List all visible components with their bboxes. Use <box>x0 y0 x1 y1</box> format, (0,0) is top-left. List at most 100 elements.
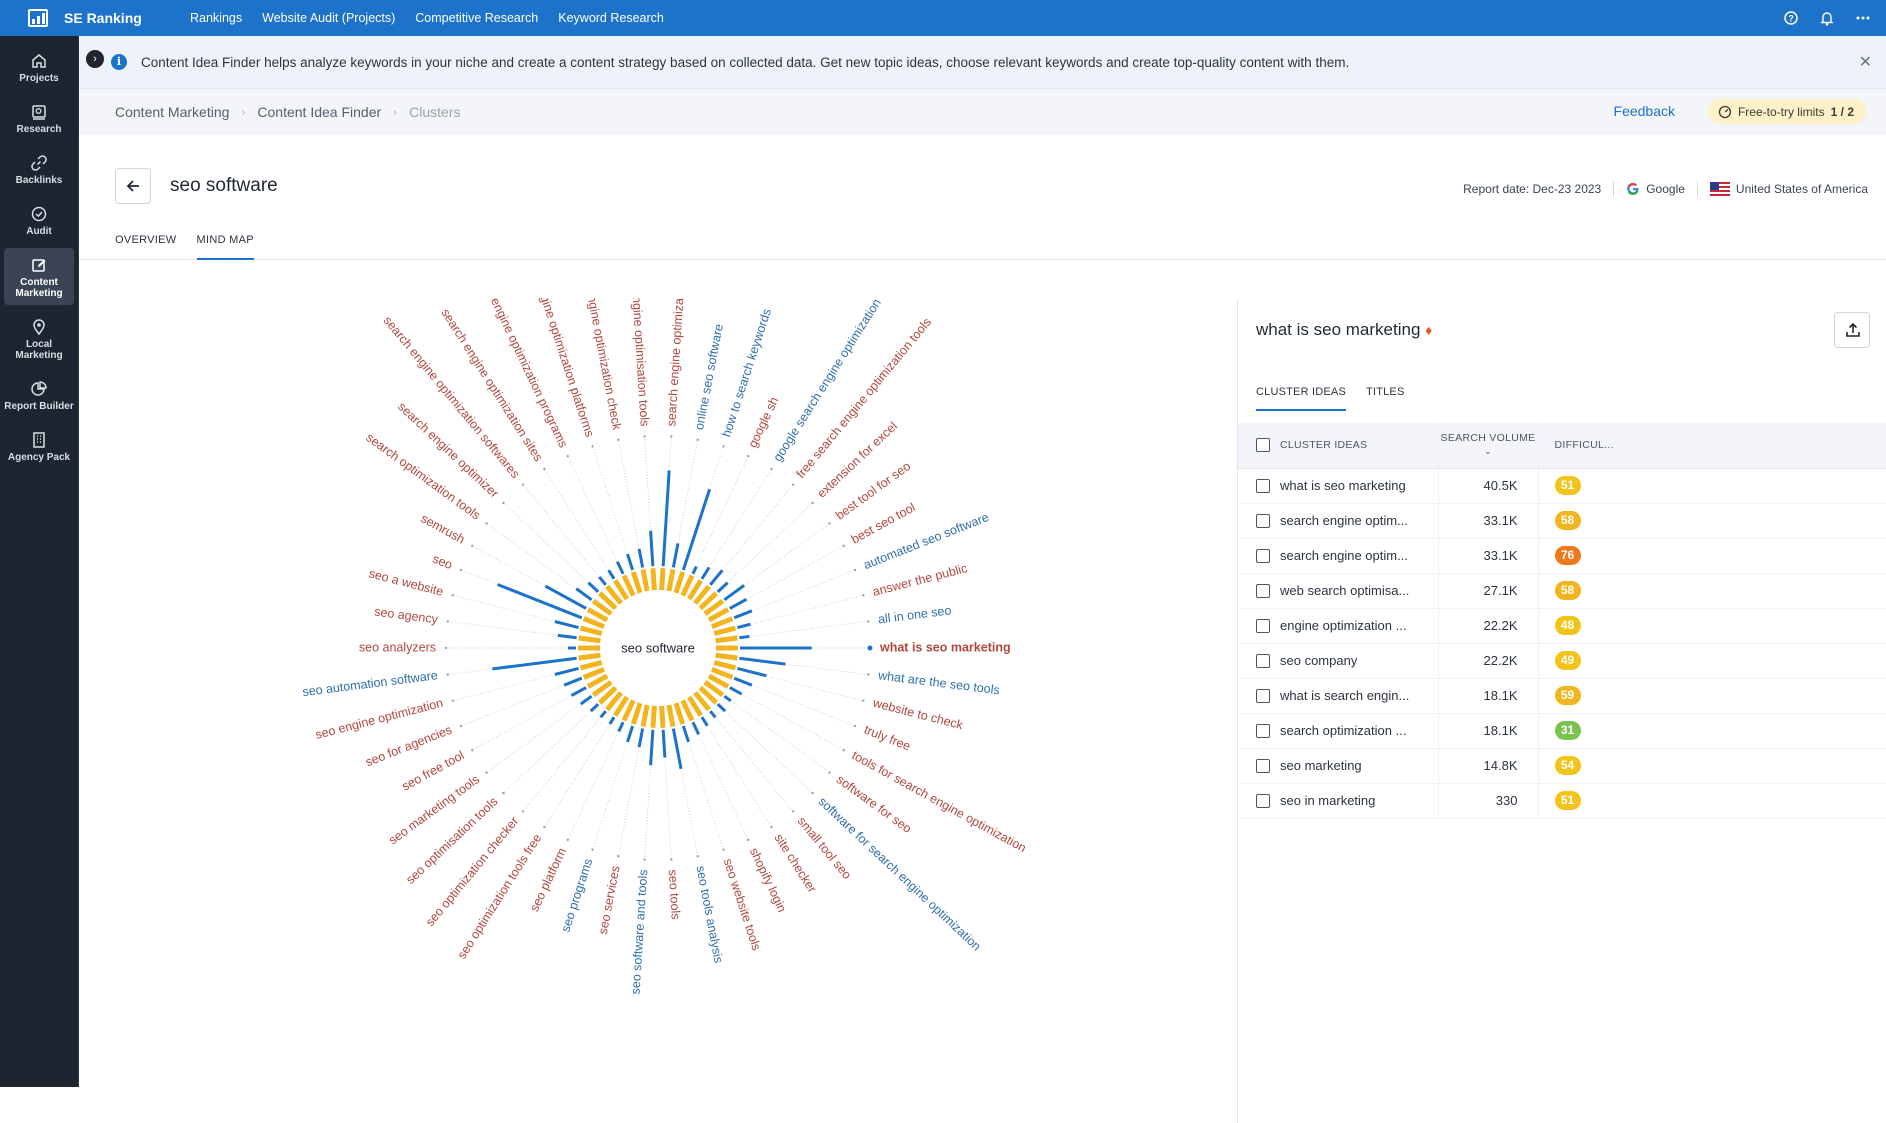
connector-line <box>503 502 586 581</box>
keyword-label[interactable]: seo software and tools <box>629 869 651 995</box>
tab-titles[interactable]: TITLES <box>1366 386 1405 411</box>
keyword-dot <box>543 467 546 471</box>
sidebar-item-backlinks[interactable]: Backlinks <box>4 146 74 192</box>
select-all-checkbox[interactable] <box>1256 438 1270 453</box>
col-difficulty[interactable]: DIFFICUL... <box>1538 423 1886 469</box>
col-cluster-ideas[interactable]: CLUSTER IDEAS <box>1238 423 1438 469</box>
keyword-label[interactable]: seo analyzers <box>359 640 436 654</box>
difficulty-badge: 58 <box>1554 581 1581 600</box>
tab-overview[interactable]: OVERVIEW <box>115 216 177 260</box>
nav-keyword-research[interactable]: Keyword Research <box>558 11 664 25</box>
table-row[interactable]: what is search engin... 18.1K 59 <box>1238 678 1886 714</box>
table-row[interactable]: engine optimization ... 22.2K 48 <box>1238 608 1886 644</box>
sidebar-item-research[interactable]: Research <box>4 95 74 141</box>
panel-tabs: CLUSTER IDEAS TITLES <box>1256 386 1405 411</box>
connector-line <box>710 446 724 486</box>
connector-line <box>471 697 569 751</box>
volume-bar <box>709 710 717 719</box>
keyword-dot <box>591 848 594 851</box>
mind-map: what is seo marketing what are the seo to… <box>79 298 1237 1123</box>
table-row[interactable]: search engine optim... 33.1K 58 <box>1238 503 1886 539</box>
row-checkbox[interactable] <box>1256 479 1270 494</box>
nav-rankings[interactable]: Rankings <box>190 11 242 25</box>
feedback-link[interactable]: Feedback <box>1614 103 1675 119</box>
keyword-label[interactable]: seo tools <box>666 869 683 920</box>
table-row[interactable]: seo company 22.2K 49 <box>1238 643 1886 679</box>
tab-mind-map[interactable]: MIND MAP <box>196 216 254 260</box>
keyword-dot <box>502 501 505 505</box>
back-button[interactable] <box>115 168 151 204</box>
table-row[interactable]: seo marketing 14.8K 54 <box>1238 748 1886 784</box>
connector-line <box>543 727 609 828</box>
keyword-label[interactable]: seo a website <box>367 566 445 599</box>
sidebar-item-audit[interactable]: Audit <box>4 197 74 243</box>
row-checkbox[interactable] <box>1256 724 1270 739</box>
keyword-label[interactable]: semrush <box>418 511 467 546</box>
difficulty-badge: 76 <box>1554 546 1581 565</box>
sidebar-expand-chevron-icon[interactable]: › <box>86 50 104 68</box>
row-checkbox[interactable] <box>1256 584 1270 599</box>
row-checkbox[interactable] <box>1256 619 1270 634</box>
nav-competitive-research[interactable]: Competitive Research <box>415 11 538 25</box>
keyword-label[interactable]: seo optimisation tools <box>403 794 500 886</box>
breadcrumb-clusters: Clusters <box>409 104 461 120</box>
more-icon[interactable] <box>1856 16 1870 20</box>
connector-line <box>592 745 627 850</box>
keyword-label[interactable]: seo services <box>596 865 623 936</box>
table-row[interactable]: seo in marketing 330 51 <box>1238 783 1886 819</box>
help-icon[interactable]: ? <box>1784 11 1798 25</box>
logo-chart-icon <box>28 9 48 27</box>
keyword-label[interactable]: search engine optimisation tools <box>627 298 652 427</box>
cluster-idea-text: search optimization ... <box>1280 722 1407 738</box>
connector-line <box>789 664 869 676</box>
keyword-label[interactable]: search engine optimization <box>664 298 687 427</box>
keyword-label[interactable]: seo optimization tools free <box>455 831 545 961</box>
sidebar: Projects Research Backlinks Audit Conten… <box>0 36 79 1087</box>
close-icon[interactable]: ✕ <box>1859 52 1872 72</box>
keyword-label[interactable]: seo tools analysis <box>693 865 725 965</box>
sidebar-item-report-builder[interactable]: Report Builder <box>4 372 74 418</box>
keyword-label[interactable]: answer the public <box>871 561 969 599</box>
keyword-label[interactable]: seo agency <box>374 605 440 627</box>
keyword-label[interactable]: what is seo marketing <box>879 640 1011 654</box>
sidebar-item-projects[interactable]: Projects <box>4 44 74 90</box>
keyword-label[interactable]: seo automation software <box>302 668 439 699</box>
volume-bar <box>671 543 680 568</box>
keyword-label[interactable]: google sh <box>746 395 782 450</box>
breadcrumb-content-idea-finder[interactable]: Content Idea Finder <box>257 104 381 120</box>
volume-bar <box>671 728 683 770</box>
row-checkbox[interactable] <box>1256 794 1270 809</box>
table-row[interactable]: web search optimisa... 27.1K 58 <box>1238 573 1886 609</box>
keyword-label[interactable]: online seo software <box>692 323 726 431</box>
row-checkbox[interactable] <box>1256 689 1270 704</box>
table-row[interactable]: what is seo marketing 40.5K 51 <box>1238 468 1886 504</box>
breadcrumb-content-marketing[interactable]: Content Marketing <box>115 104 229 120</box>
export-button[interactable] <box>1834 312 1870 348</box>
row-checkbox[interactable] <box>1256 654 1270 669</box>
keyword-label[interactable]: seo <box>431 552 455 572</box>
brand-logo[interactable]: SE Ranking <box>0 9 170 27</box>
keyword-label[interactable]: truly free <box>862 723 912 754</box>
keyword-label[interactable]: seo programs <box>558 857 595 934</box>
bell-icon[interactable] <box>1820 11 1834 26</box>
sidebar-item-local-marketing[interactable]: Local Marketing <box>4 310 74 367</box>
keyword-label[interactable]: all in one seo <box>877 603 952 626</box>
tab-cluster-ideas[interactable]: CLUSTER IDEAS <box>1256 386 1347 411</box>
row-checkbox[interactable] <box>1256 759 1270 774</box>
table-row[interactable]: search optimization ... 18.1K 31 <box>1238 713 1886 749</box>
table-row[interactable]: search engine optim... 33.1K 76 <box>1238 538 1886 574</box>
keyword-dot <box>521 810 525 813</box>
keyword-label[interactable]: website to check <box>870 695 965 732</box>
sidebar-item-content-marketing[interactable]: Content Marketing <box>4 248 74 305</box>
free-limits-badge[interactable]: Free-to-try limits 1 / 2 <box>1707 99 1866 124</box>
sidebar-item-agency-pack[interactable]: Agency Pack <box>4 423 74 469</box>
keyword-label[interactable]: what are the seo tools <box>876 668 1000 697</box>
cluster-idea-text: what is search engin... <box>1280 687 1410 703</box>
nav-website-audit[interactable]: Website Audit (Projects) <box>262 11 395 25</box>
keyword-label[interactable]: search optimization tools <box>363 430 483 522</box>
col-search-volume[interactable]: SEARCH VOLUME ⌄ <box>1437 423 1539 469</box>
ring-bar <box>650 568 657 591</box>
row-checkbox[interactable] <box>1256 549 1270 564</box>
volume-bar <box>626 725 635 743</box>
row-checkbox[interactable] <box>1256 514 1270 529</box>
